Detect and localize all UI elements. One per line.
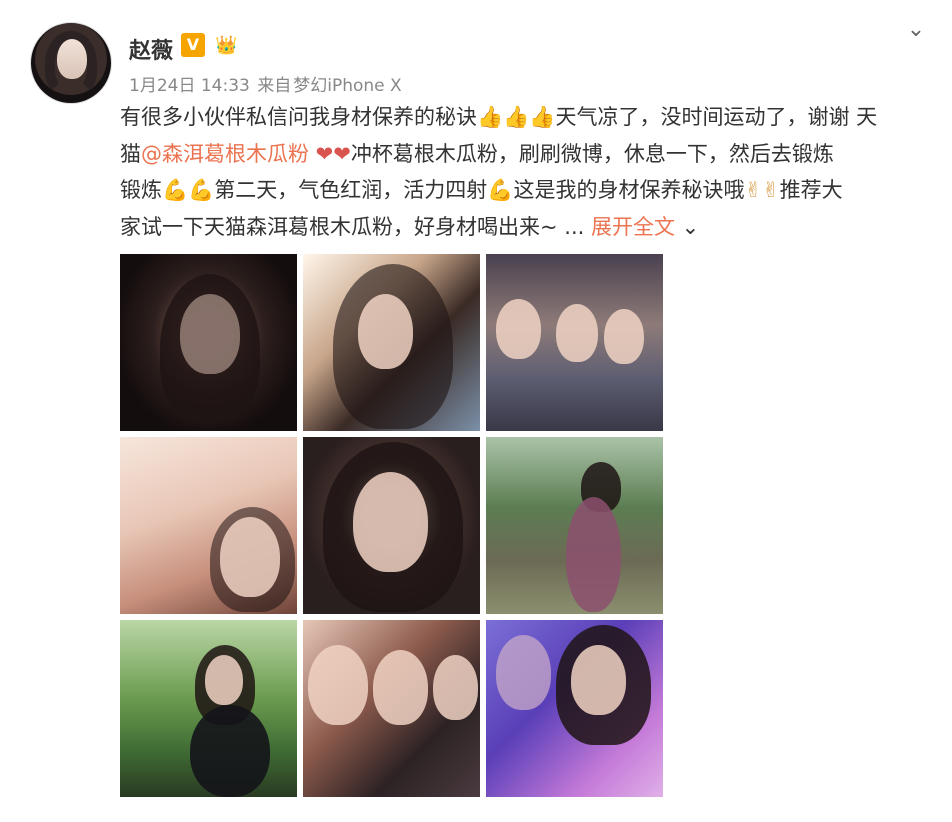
heart-emoji: ❤❤ — [309, 141, 351, 166]
emoji: 💪💪 — [162, 178, 215, 202]
photo-9[interactable] — [486, 620, 663, 797]
post-text-segment: 有很多小伙伴私信问我身材保养的秘诀 — [120, 105, 477, 129]
emoji: ✌✌ — [744, 178, 780, 202]
expand-full-text-link[interactable]: 展开全文 — [591, 215, 675, 239]
username[interactable]: 赵薇 — [129, 33, 173, 65]
post-text-segment: ⌄ — [674, 214, 700, 239]
post-text-segment: 第二天，气色红润，活力四射 — [214, 178, 488, 202]
emoji: 💪 — [487, 178, 514, 202]
verified-v-icon[interactable]: V — [181, 33, 205, 57]
emoji: 👍👍👍 — [477, 105, 556, 129]
post-text-line: 家试一下天猫森洱葛根木瓜粉，好身材喝出来~ ... 展开全文 ⌄ — [120, 209, 920, 246]
photo-6[interactable] — [486, 437, 663, 614]
post-text-line: 有很多小伙伴私信问我身材保养的秘诀👍👍👍天气凉了，没时间运动了，谢谢 天 — [120, 99, 920, 136]
post-source-prefix: 来自 — [257, 76, 292, 96]
photo-grid — [120, 254, 663, 797]
photo-7[interactable] — [120, 620, 297, 797]
post-text-segment: 锻炼 — [120, 178, 162, 202]
photo-1[interactable] — [120, 254, 297, 431]
post-text-segment: 猫 — [120, 141, 141, 166]
avatar[interactable] — [30, 22, 112, 104]
post-source-device[interactable]: 梦幻iPhone X — [293, 76, 401, 96]
photo-3[interactable] — [486, 254, 663, 431]
photo-8[interactable] — [303, 620, 480, 797]
post-text-segment: 天气凉了，没时间运动了，谢谢 天 — [555, 105, 878, 129]
post-text-segment: 推荐大 — [779, 178, 843, 202]
post-text-line: 锻炼💪💪第二天，气色红润，活力四射💪这是我的身材保养秘诀哦✌✌推荐大 — [120, 172, 920, 209]
post-meta: 1月24日 14:33 来自 梦幻iPhone X — [129, 71, 404, 96]
photo-4[interactable] — [120, 437, 297, 614]
member-crown-icon[interactable]: 👑 — [215, 35, 241, 57]
photo-5[interactable] — [303, 437, 480, 614]
post-text-segment: 家试一下天猫森洱葛根木瓜粉，好身材喝出来~ ... — [120, 214, 591, 239]
post-text-segment: 冲杯葛根木瓜粉，刷刷微博，休息一下，然后去锻炼 — [350, 141, 834, 166]
avatar-face — [57, 39, 87, 79]
weibo-post-card: 赵薇 V 👑 1月24日 14:33 来自 梦幻iPhone X ⌄ 有很多小伙伴… — [0, 0, 952, 822]
chevron-down-icon[interactable]: ⌄ — [904, 18, 928, 42]
photo-2[interactable] — [303, 254, 480, 431]
post-text-segment: 这是我的身材保养秘诀哦 — [513, 178, 745, 202]
mention-link[interactable]: @森洱葛根木瓜粉 — [141, 142, 309, 166]
post-text: 有很多小伙伴私信问我身材保养的秘诀👍👍👍天气凉了，没时间运动了，谢谢 天猫@森洱… — [120, 99, 920, 245]
post-text-line: 猫@森洱葛根木瓜粉 ❤❤冲杯葛根木瓜粉，刷刷微博，休息一下，然后去锻炼 — [120, 136, 920, 173]
post-timestamp[interactable]: 1月24日 14:33 — [129, 76, 250, 96]
